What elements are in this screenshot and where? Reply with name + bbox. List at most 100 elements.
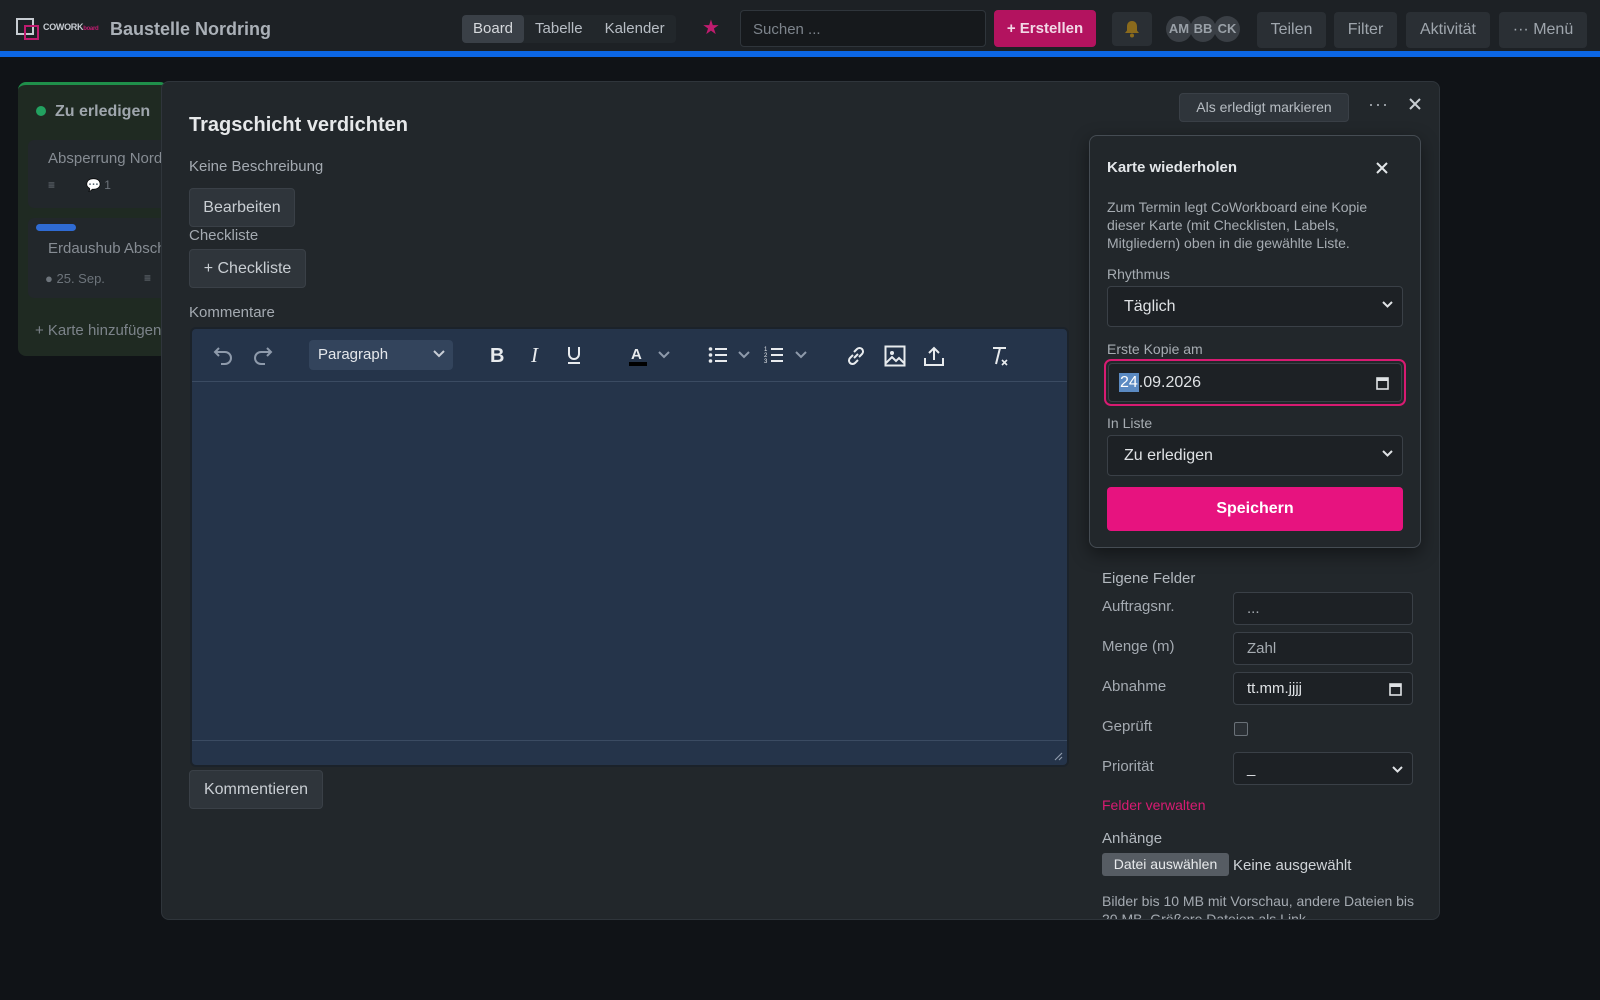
italic-icon[interactable]: I bbox=[529, 345, 543, 365]
create-button[interactable]: + Erstellen bbox=[994, 10, 1096, 47]
link-icon[interactable] bbox=[845, 345, 867, 367]
field-label: Abnahme bbox=[1102, 678, 1167, 695]
clock-icon: ● bbox=[45, 271, 53, 286]
list-card[interactable]: Absperrung Nordseite ≡ 💬 1 bbox=[28, 140, 194, 208]
board-list: Zu erledigen Absperrung Nordseite ≡ 💬 1 … bbox=[18, 82, 194, 356]
undo-icon[interactable] bbox=[212, 345, 234, 365]
manage-fields-link[interactable]: Felder verwalten bbox=[1102, 797, 1206, 813]
top-bar: COWORKboard Baustelle Nordring Board Tab… bbox=[0, 0, 1600, 57]
bold-icon[interactable]: B bbox=[489, 345, 505, 365]
chevron-down-icon bbox=[1382, 450, 1393, 457]
member-avatars: AM BB CK bbox=[1166, 16, 1240, 42]
view-tab-board[interactable]: Board bbox=[462, 15, 525, 43]
choose-file-button[interactable]: Datei auswählen bbox=[1102, 853, 1229, 876]
acceptance-date-field[interactable]: tt.mm.jjjj bbox=[1233, 672, 1413, 705]
priority-select[interactable]: _ bbox=[1233, 752, 1413, 785]
field-label: Priorität bbox=[1102, 758, 1154, 775]
mark-done-button[interactable]: Als erledigt markieren bbox=[1179, 93, 1349, 122]
first-copy-date-focus-ring: 24.09.2026 bbox=[1104, 359, 1406, 406]
block-format-select[interactable]: Paragraph bbox=[309, 340, 453, 370]
chevron-down-icon[interactable] bbox=[658, 351, 670, 359]
checked-checkbox[interactable] bbox=[1234, 722, 1248, 736]
activity-button[interactable]: Aktivität bbox=[1406, 12, 1490, 48]
field-label: Menge (m) bbox=[1102, 638, 1175, 655]
share-button[interactable]: Teilen bbox=[1257, 12, 1326, 48]
filter-button[interactable]: Filter bbox=[1334, 12, 1397, 48]
chevron-down-icon bbox=[1382, 301, 1393, 308]
close-icon[interactable] bbox=[1376, 162, 1388, 174]
svg-text:I: I bbox=[530, 345, 539, 365]
comment-submit-button[interactable]: Kommentieren bbox=[189, 770, 323, 809]
attachments-heading: Anhänge bbox=[1102, 830, 1163, 847]
target-list-label: In Liste bbox=[1107, 415, 1153, 431]
comment-editor: Paragraph B I A 123 bbox=[190, 327, 1069, 767]
svg-text:A: A bbox=[631, 346, 642, 363]
first-copy-date-input[interactable]: 24.09.2026 bbox=[1108, 363, 1402, 402]
avatar[interactable]: BB bbox=[1190, 16, 1216, 42]
avatar[interactable]: AM bbox=[1166, 16, 1192, 42]
list-status-dot bbox=[36, 106, 46, 116]
first-copy-label: Erste Kopie am bbox=[1107, 341, 1203, 357]
chevron-down-icon[interactable] bbox=[795, 351, 807, 359]
date-rest: .09.2026 bbox=[1138, 374, 1202, 391]
comments-heading: Kommentare bbox=[189, 304, 275, 321]
upload-icon[interactable] bbox=[923, 345, 945, 367]
acceptance-date-value: tt.mm.jjjj bbox=[1247, 680, 1302, 697]
calendar-icon[interactable] bbox=[1376, 376, 1389, 390]
image-icon[interactable] bbox=[884, 345, 906, 367]
resize-handle-icon[interactable] bbox=[1053, 751, 1063, 761]
svg-text:B: B bbox=[490, 345, 504, 365]
board-title: Baustelle Nordring bbox=[110, 19, 272, 39]
due-date: 25. Sep. bbox=[56, 271, 105, 286]
card-title[interactable]: Tragschicht verdichten bbox=[189, 114, 408, 137]
view-tab-calendar[interactable]: Kalender bbox=[594, 15, 676, 43]
view-tab-table[interactable]: Tabelle bbox=[524, 15, 594, 43]
bulleted-list-icon[interactable] bbox=[708, 345, 728, 365]
redo-icon[interactable] bbox=[252, 345, 274, 365]
rhythm-select[interactable]: Täglich bbox=[1107, 286, 1403, 327]
logo-mark bbox=[16, 18, 39, 40]
rhythm-label: Rhythmus bbox=[1107, 266, 1171, 282]
avatar[interactable]: CK bbox=[1214, 16, 1240, 42]
menu-button[interactable]: ··· Menü bbox=[1499, 12, 1587, 48]
text-color-icon[interactable]: A bbox=[628, 345, 648, 367]
clear-formatting-icon[interactable] bbox=[989, 345, 1011, 367]
target-list-value: Zu erledigen bbox=[1124, 447, 1213, 464]
quantity-field[interactable]: Zahl bbox=[1233, 632, 1413, 665]
view-switcher: Board Tabelle Kalender bbox=[462, 15, 676, 43]
add-checklist-button[interactable]: + Checkliste bbox=[189, 249, 306, 288]
comment-count: 1 bbox=[104, 178, 111, 192]
close-icon[interactable] bbox=[1409, 98, 1421, 110]
popover-title: Karte wiederholen bbox=[1107, 159, 1238, 176]
field-label: Auftragsnr. bbox=[1102, 598, 1175, 615]
block-format-label: Paragraph bbox=[318, 346, 389, 363]
date-day-segment[interactable]: 24 bbox=[1119, 373, 1139, 392]
order-number-field[interactable]: ... bbox=[1233, 592, 1413, 625]
app-logo[interactable]: COWORKboard bbox=[16, 18, 99, 40]
chevron-down-icon bbox=[433, 350, 445, 358]
checklist-heading: Checkliste bbox=[189, 227, 259, 244]
numbered-list-icon[interactable]: 123 bbox=[764, 345, 784, 365]
logo-accent: board bbox=[83, 25, 99, 32]
description-icon: ≡ bbox=[144, 271, 152, 285]
add-card-button[interactable]: + Karte hinzufügen bbox=[35, 322, 161, 339]
more-options-button[interactable]: ··· bbox=[1368, 94, 1389, 115]
list-title[interactable]: Zu erledigen bbox=[55, 103, 150, 120]
rhythm-value: Täglich bbox=[1124, 298, 1176, 315]
save-button[interactable]: Speichern bbox=[1107, 487, 1403, 531]
target-list-select[interactable]: Zu erledigen bbox=[1107, 435, 1403, 476]
field-label: Geprüft bbox=[1102, 718, 1153, 735]
priority-value: _ bbox=[1247, 760, 1256, 777]
calendar-icon[interactable] bbox=[1389, 682, 1402, 696]
description-icon: ≡ bbox=[48, 178, 56, 192]
custom-fields-heading: Eigene Felder bbox=[1102, 570, 1196, 587]
star-icon[interactable]: ★ bbox=[702, 18, 720, 38]
chevron-down-icon[interactable] bbox=[738, 351, 750, 359]
logo-text: COWORK bbox=[43, 21, 84, 32]
notifications-button[interactable] bbox=[1112, 12, 1152, 46]
no-file-selected: Keine ausgewählt bbox=[1233, 857, 1352, 874]
list-card[interactable]: Erdaushub Abschnitt ● 25. Sep. ≡ bbox=[28, 218, 186, 298]
search-input[interactable]: Suchen ... bbox=[740, 10, 986, 47]
edit-description-button[interactable]: Bearbeiten bbox=[189, 188, 295, 227]
underline-icon[interactable] bbox=[566, 345, 582, 365]
